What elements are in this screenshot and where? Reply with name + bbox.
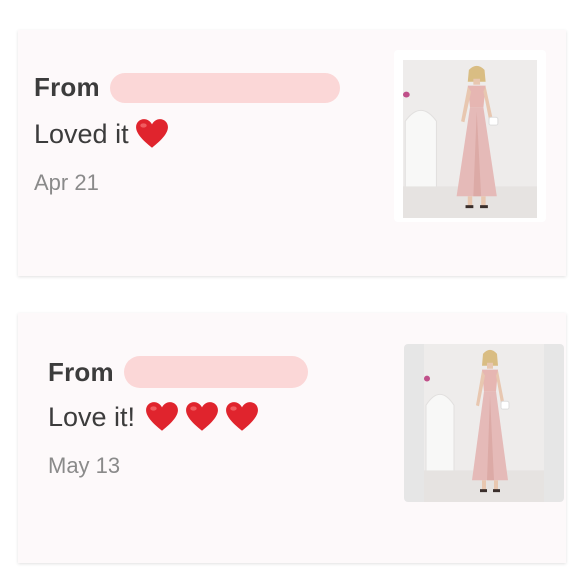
message-card[interactable]: From Love it! May 13: [18, 313, 566, 563]
product-thumbnail[interactable]: [394, 50, 546, 222]
from-label: From: [34, 72, 100, 102]
heart-emojis: [133, 118, 169, 150]
redacted-sender-name: [109, 72, 340, 103]
sender-row: From: [48, 356, 308, 388]
message-text-row: Loved it: [34, 118, 169, 150]
product-photo-dress: [424, 344, 544, 502]
heart-emojis: [139, 401, 259, 433]
message-text: Love it!: [48, 401, 136, 432]
from-label: From: [48, 356, 114, 387]
message-date: Apr 21: [34, 170, 99, 195]
message-text: Loved it: [34, 118, 129, 149]
sender-row: From: [34, 72, 340, 103]
message-date: May 13: [48, 453, 121, 478]
heart-icon: [135, 118, 169, 150]
message-text-row: Love it!: [48, 401, 259, 433]
heart-icon: [145, 401, 179, 433]
heart-icon: [185, 401, 219, 433]
message-card[interactable]: From Loved it Apr 21: [18, 30, 566, 276]
redacted-sender-name: [123, 356, 308, 388]
product-thumbnail[interactable]: [404, 344, 564, 502]
heart-icon: [225, 401, 259, 433]
product-photo-dress: [403, 60, 537, 218]
